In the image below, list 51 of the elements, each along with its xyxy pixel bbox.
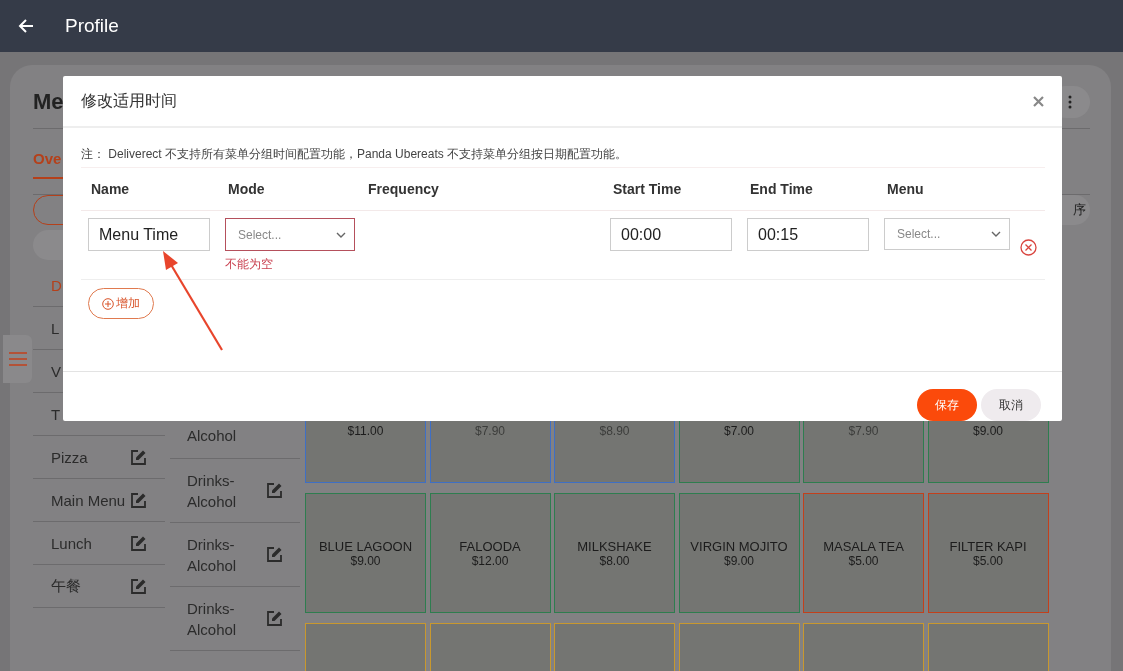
column-header: Name <box>90 181 131 197</box>
item-name: VIRGIN MOJITO <box>690 538 788 554</box>
item-name: MASALA TEA <box>823 538 904 554</box>
item-price: $5.00 <box>848 553 879 568</box>
item-price: $7.90 <box>848 423 879 438</box>
category-item[interactable]: Main Menu <box>51 491 126 509</box>
dialog-button[interactable]: 保存 <box>917 389 977 421</box>
group-name: Alcohol <box>187 426 238 446</box>
app-bar-title: Profile <box>65 15 119 37</box>
item-price: $11.00 <box>347 423 384 438</box>
note-text: 注： Deliverect 不支持所有菜单分组时间配置功能，Panda Ubereats 不支持菜单分组按日期配置功能。 <box>81 146 1045 168</box>
group-name: Drinks-Alcohol <box>187 470 238 512</box>
item-price: $9.00 <box>973 423 1003 438</box>
item-price: $7.00 <box>724 423 754 438</box>
dialog-button[interactable]: 取消 <box>981 389 1041 421</box>
category-item[interactable]: Pizza <box>51 448 88 466</box>
end-time-field[interactable]: 00:15 <box>747 218 869 251</box>
item-price: $8.90 <box>599 423 630 438</box>
column-header: Menu <box>886 181 925 197</box>
add-button[interactable]: 增加 <box>88 288 154 319</box>
item-card[interactable]: MASALA TEA $5.00 <box>803 493 924 613</box>
item-price: $9.00 <box>350 553 381 568</box>
item-name: FALOODA <box>459 538 521 554</box>
mode-select[interactable]: Select... <box>225 218 355 251</box>
column-header: End Time <box>749 181 814 197</box>
item-name: MILKSHAKE <box>577 538 652 554</box>
item-card[interactable]: MILKSHAKE $8.00 <box>554 493 675 613</box>
item-price: $9.00 <box>724 553 754 568</box>
item-name: FILTER KAPI <box>949 538 1027 554</box>
item-price: $5.00 <box>973 553 1003 568</box>
category-item[interactable]: Lunch <box>51 534 92 552</box>
column-header: Frequency <box>367 181 440 197</box>
column-header: Mode <box>227 181 266 197</box>
error-message: 不能为空 <box>225 256 273 273</box>
item-card[interactable]: FALOODA $12.00 <box>429 493 551 613</box>
item-price: $12.00 <box>471 553 509 568</box>
item-card[interactable]: FILTER KAPI $5.00 <box>927 493 1049 613</box>
column-header: Start Time <box>612 181 683 197</box>
item-card[interactable]: VIRGIN MOJITO $9.00 <box>678 493 800 613</box>
page-title: Me <box>33 89 64 115</box>
item-card[interactable]: BLUE LAGOON $9.00 <box>305 493 426 613</box>
item-price: $8.00 <box>599 553 630 568</box>
category-item[interactable]: 午餐 <box>51 576 81 596</box>
start-time-field[interactable]: 00:00 <box>610 218 732 251</box>
name-field[interactable]: Menu Time <box>88 218 210 251</box>
item-price: $7.90 <box>475 423 505 438</box>
item-name: BLUE LAGOON <box>318 538 413 554</box>
group-name: Drinks-Alcohol <box>187 534 238 576</box>
group-name: Drinks-Alcohol <box>187 598 238 640</box>
dialog-title: 修改适用时间 <box>81 90 177 111</box>
menu-select[interactable]: Select... <box>884 218 1010 250</box>
